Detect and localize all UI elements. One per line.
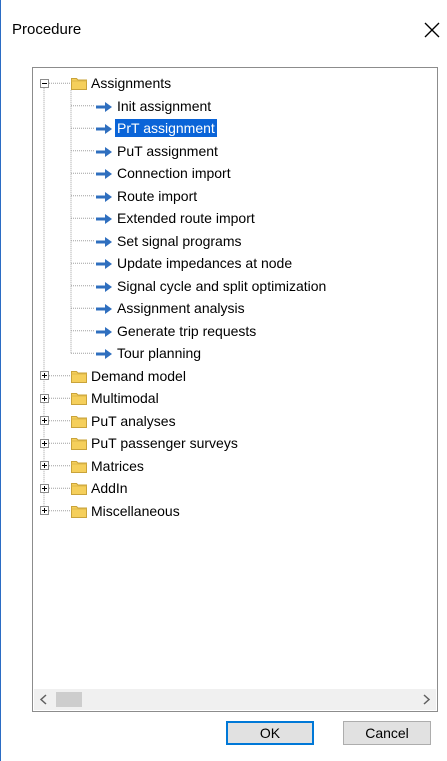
chevron-right-icon xyxy=(423,694,431,705)
horizontal-scrollbar[interactable] xyxy=(34,689,436,710)
tree-item[interactable]: Signal cycle and split optimization xyxy=(117,275,326,297)
tree-item-label: Tour planning xyxy=(117,345,202,361)
folder-icon xyxy=(71,459,87,473)
tree-group-label: Assignments xyxy=(91,75,172,91)
tree-group-label: Multimodal xyxy=(91,390,159,406)
tree-group[interactable]: PuT analyses xyxy=(91,410,176,432)
tree-item[interactable]: PrT assignment xyxy=(115,117,217,139)
dialog-title: Procedure xyxy=(12,21,82,38)
tree-group[interactable]: Matrices xyxy=(91,455,144,477)
arrow-right-icon xyxy=(95,347,113,360)
folder-icon xyxy=(71,481,87,496)
procedure-tree[interactable]: Assignments Init assignment PrT assignment… xyxy=(32,67,438,712)
tree-item[interactable]: Route import xyxy=(117,185,197,207)
tree-group-label: Miscellaneous xyxy=(91,502,180,519)
arrow-right-icon xyxy=(95,122,113,135)
tree-item-label: Connection import xyxy=(117,165,231,181)
tree-group[interactable]: Miscellaneous xyxy=(91,500,180,522)
tree-item[interactable]: Set signal programs xyxy=(117,230,242,252)
arrow-right-icon xyxy=(95,167,113,180)
tree-item-label: Signal cycle and split optimization xyxy=(117,277,327,294)
ok-button[interactable]: OK xyxy=(226,721,314,745)
tree-group[interactable]: Multimodal xyxy=(91,387,159,409)
folder-icon xyxy=(71,76,87,91)
arrow-right-icon xyxy=(95,190,113,202)
tree-group[interactable]: Demand model xyxy=(91,365,186,387)
folder-icon xyxy=(71,414,87,428)
tree-item[interactable]: Generate trip requests xyxy=(117,320,256,342)
close-button[interactable] xyxy=(418,16,446,44)
plus-box-icon[interactable] xyxy=(39,416,49,426)
cancel-button[interactable]: Cancel xyxy=(343,721,431,745)
tree-item[interactable]: Connection import xyxy=(117,162,231,184)
plus-box-icon[interactable] xyxy=(39,483,49,493)
tree-item[interactable]: Tour planning xyxy=(117,342,201,364)
folder-icon xyxy=(71,504,87,518)
arrow-right-icon xyxy=(95,235,113,247)
scroll-right-button[interactable] xyxy=(416,689,436,710)
window-edge xyxy=(0,0,1,761)
tree-group-label: PuT passenger surveys xyxy=(91,435,238,451)
plus-box-icon[interactable] xyxy=(39,371,49,381)
tree-item[interactable]: Update impedances at node xyxy=(117,252,292,274)
tree-item[interactable]: Init assignment xyxy=(117,95,211,117)
plus-box-icon[interactable] xyxy=(39,438,49,448)
tree-group-label: Demand model xyxy=(91,367,186,384)
tree-item[interactable]: PuT assignment xyxy=(117,140,218,162)
arrow-right-icon xyxy=(95,257,113,270)
tree-item-label: Route import xyxy=(117,187,198,204)
tree-item-label: PuT assignment xyxy=(117,142,218,159)
tree-item-label: Assignment analysis xyxy=(117,300,245,316)
tree-item-label: Update impedances at node xyxy=(117,255,293,271)
plus-box-icon[interactable] xyxy=(39,506,49,516)
tree-group[interactable]: Assignments xyxy=(91,72,171,94)
folder-icon xyxy=(71,436,87,451)
tree-item[interactable]: Extended route import xyxy=(117,207,255,229)
tree-item-label: Generate trip requests xyxy=(117,322,257,339)
close-icon xyxy=(424,22,440,38)
tree-group[interactable]: AddIn xyxy=(91,477,128,499)
scroll-left-button[interactable] xyxy=(34,689,54,710)
tree-item-label: Extended route import xyxy=(117,210,255,226)
tree-group-label: PuT analyses xyxy=(91,412,176,429)
tree-group-label: AddIn xyxy=(91,480,128,496)
arrow-right-icon xyxy=(95,280,113,292)
plus-box-icon[interactable] xyxy=(39,461,49,471)
tree-item-label: Set signal programs xyxy=(117,232,242,249)
plus-box-icon[interactable] xyxy=(39,393,49,403)
tree-group-label: Matrices xyxy=(91,457,144,474)
arrow-right-icon xyxy=(95,212,113,225)
folder-icon xyxy=(71,391,87,406)
scroll-thumb[interactable] xyxy=(56,692,82,707)
chevron-left-icon xyxy=(39,694,47,705)
tree-item-label: Init assignment xyxy=(117,97,212,114)
arrow-right-icon xyxy=(95,325,113,337)
arrow-right-icon xyxy=(95,100,113,112)
minus-box-icon[interactable] xyxy=(39,78,49,88)
arrow-right-icon xyxy=(95,302,113,315)
tree-item[interactable]: Assignment analysis xyxy=(117,297,245,319)
folder-icon xyxy=(71,369,87,383)
arrow-right-icon xyxy=(95,145,113,157)
tree-group[interactable]: PuT passenger surveys xyxy=(91,432,238,454)
tree-item-label: PrT assignment xyxy=(115,119,217,137)
